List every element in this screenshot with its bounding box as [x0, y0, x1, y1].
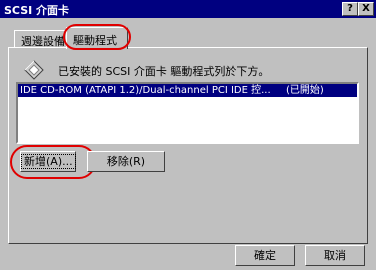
- list-item[interactable]: IDE CD-ROM (ATAPI 1.2)/Dual-channel PCI …: [18, 84, 357, 97]
- remove-button[interactable]: 移除(R): [87, 151, 165, 172]
- tab-highlight-annotation: [63, 24, 131, 50]
- driver-status: (已開始): [286, 85, 324, 96]
- help-button[interactable]: ?: [342, 2, 358, 16]
- close-button[interactable]: X: [358, 2, 374, 16]
- tab-devices[interactable]: 週邊設備: [14, 30, 70, 48]
- scsi-adapter-dialog: SCSI 介面卡 ? X 週邊設備 驅動程式 已安裝的 SCSI 介面卡 驅動程…: [0, 0, 376, 270]
- driver-name: IDE CD-ROM (ATAPI 1.2)/Dual-channel PCI …: [20, 85, 271, 96]
- diamond-icon: [24, 60, 44, 80]
- info-text: 已安裝的 SCSI 介面卡 驅動程式列於下方。: [58, 65, 270, 78]
- title-bar[interactable]: SCSI 介面卡 ? X: [0, 0, 376, 18]
- window-title: SCSI 介面卡: [4, 4, 70, 17]
- cancel-button[interactable]: 取消: [305, 245, 365, 266]
- add-highlight-annotation: [10, 145, 96, 179]
- ok-button[interactable]: 確定: [235, 245, 295, 266]
- driver-list[interactable]: IDE CD-ROM (ATAPI 1.2)/Dual-channel PCI …: [16, 82, 359, 144]
